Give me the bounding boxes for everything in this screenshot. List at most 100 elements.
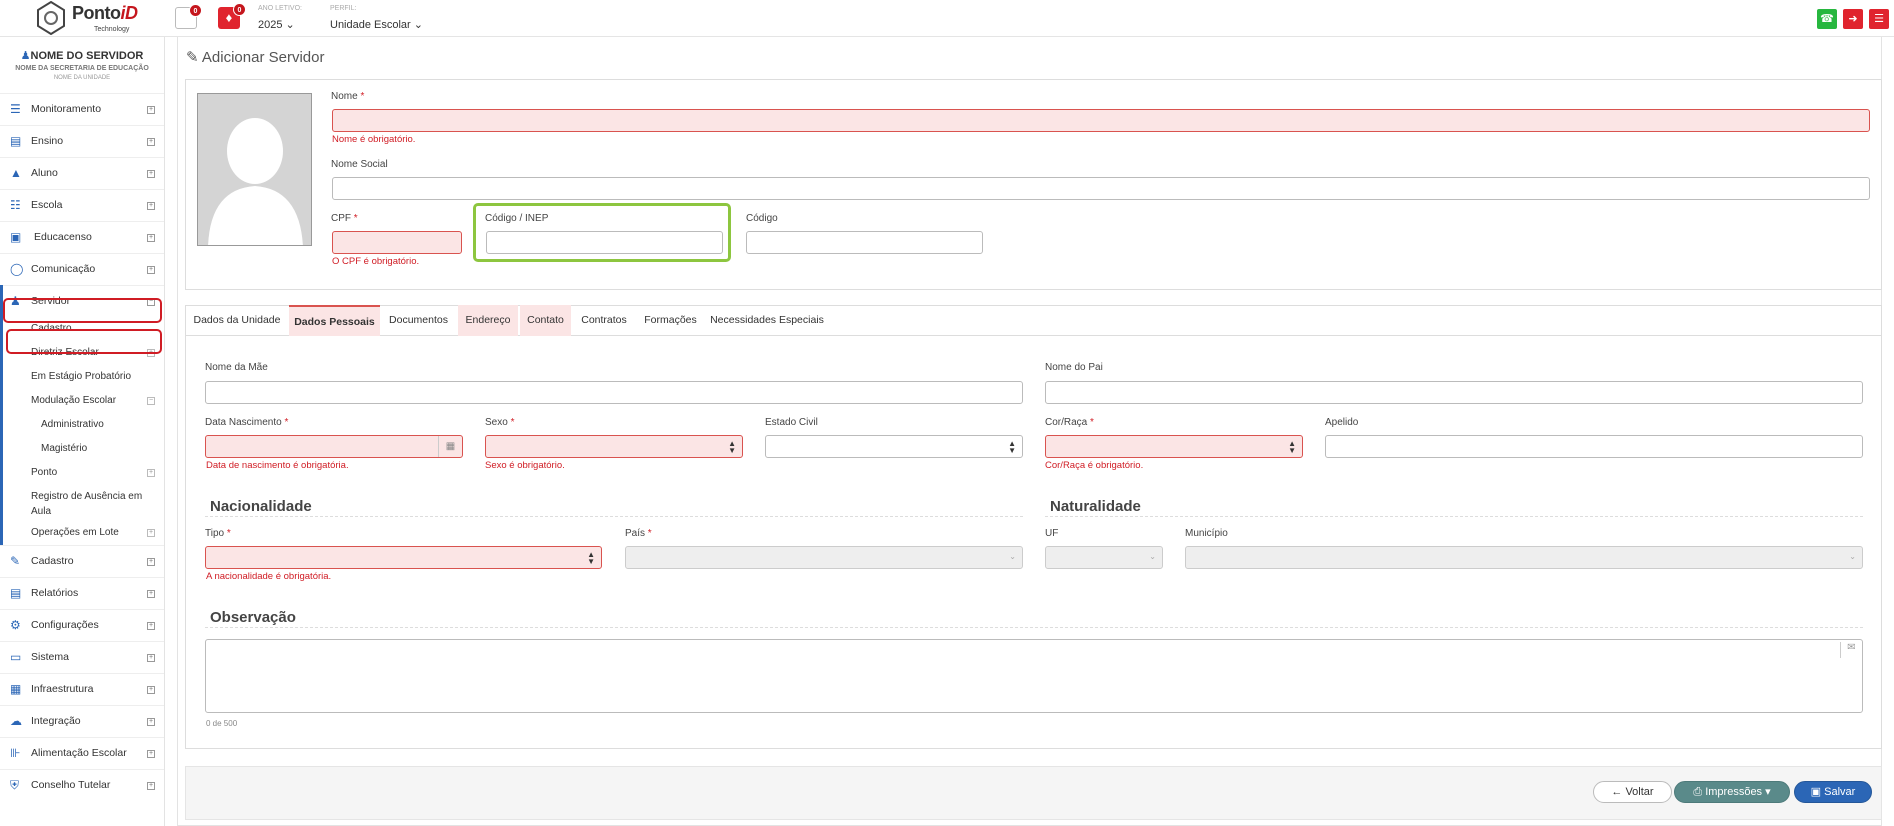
tab-contratos[interactable]: Contratos [573,305,635,336]
nome-mae-input[interactable] [205,381,1023,404]
codigo-label: Código [746,213,778,224]
tab-documentos[interactable]: Documentos [381,305,456,336]
pontoid-logo[interactable]: PontoiD Technology [30,1,138,35]
sidebar-item-label: Relatórios [31,587,79,599]
sidebar-item-label: Configurações [31,619,99,631]
year-select[interactable]: 2025 ⌄ [258,18,295,31]
sexo-select[interactable]: ▲ ▼ [485,435,743,458]
photo-placeholder[interactable] [197,93,312,246]
expand-icon: + [147,654,155,662]
codigo-input[interactable] [746,231,983,254]
apelido-input[interactable] [1325,435,1863,458]
nome-input[interactable] [332,109,1870,132]
chevron-down-icon: ⌄ [285,19,295,31]
cpf-input[interactable] [332,231,462,254]
sidebar-subitem-estagio-probatorio[interactable]: Em Estágio Probatório [3,365,164,389]
sidebar-item-relatorios[interactable]: ▤ Relatórios + [0,577,164,609]
calendar-icon[interactable]: ▦ [438,436,462,457]
estado-civil-select[interactable]: ▲ ▼ [765,435,1023,458]
sidebar-item-educacenso[interactable]: ▣ Educacenso + [0,221,164,253]
tab-necessidades-especiais[interactable]: Necessidades Especiais [706,305,828,336]
pais-label: País * [625,528,652,539]
edit-icon: ✎ [10,554,21,568]
sidebar-subitem-magisterio[interactable]: Magistério [3,437,164,461]
sidebar-item-label: Conselho Tutelar [31,779,111,791]
sidebar-subitem-label: Ponto [31,467,58,478]
gear-icon: ⚙ [10,618,21,632]
sidebar-item-escola[interactable]: ☷ Escola + [0,189,164,221]
expand-icon: + [147,170,155,178]
voltar-button[interactable]: ← Voltar [1593,781,1672,803]
tipo-select[interactable]: ▲ ▼ [205,546,602,569]
select-arrows-icon: ▲ ▼ [1288,439,1296,455]
select-arrows-icon: ▲ ▼ [587,550,595,566]
municipio-label: Município [1185,528,1228,539]
book-icon: ▤ [10,134,22,148]
nome-social-input[interactable] [332,177,1870,200]
sidebar-item-cadastro[interactable]: ✎ Cadastro + [0,545,164,577]
observacao-textarea[interactable]: ✉ [205,639,1863,713]
secretaria-name: NOME DA SECRETARIA DE EDUCAÇÃO [15,65,149,72]
tab-endereco[interactable]: Endereço [458,305,518,336]
sidebar-subitem-ponto[interactable]: Ponto + [3,461,164,485]
data-nascimento-input[interactable]: ▦ [205,435,463,458]
sliders-icon: ☰ [10,102,21,116]
nome-error: Nome é obrigatório. [332,134,416,145]
sidebar-item-aluno[interactable]: ▲ Aluno + [0,157,164,189]
menu-button[interactable]: ☰ [1869,9,1889,29]
print-icon: ⎙ [1693,786,1703,798]
sidebar-subitem-registro-ausencia-line2[interactable]: Aula [3,505,164,521]
report-icon: ▤ [10,586,22,600]
sidebar-subitem-administrativo[interactable]: Administrativo [3,413,164,437]
nome-pai-label: Nome do Pai [1045,362,1103,373]
highlight-servidor [3,298,162,323]
sidebar-subitem-operacoes-lote[interactable]: Operações em Lote + [3,521,164,545]
logout-button[interactable]: ➜ [1843,9,1863,29]
tab-formacoes[interactable]: Formações [637,305,704,336]
sidebar-item-infraestrutura[interactable]: ▦ Infraestrutura + [0,673,164,705]
nome-mae-label: Nome da Mãe [205,362,268,373]
sidebar-item-comunicacao[interactable]: ◯ Comunicação + [0,253,164,285]
sexo-label: Sexo * [485,417,515,428]
tab-contato[interactable]: Contato [520,305,571,336]
sidebar-item-sistema[interactable]: ▭ Sistema + [0,641,164,673]
sidebar-item-integracao[interactable]: ☁ Integração + [0,705,164,737]
nacionalidade-divider [205,516,1023,517]
sidebar-subitem-modulacao-escolar[interactable]: Modulação Escolar − [3,389,164,413]
codigo-inep-input[interactable] [486,231,723,254]
tab-dados-unidade[interactable]: Dados da Unidade [186,305,288,336]
user-icon: ♟ [20,50,31,62]
naturalidade-title: Naturalidade [1046,498,1145,515]
inbox-button[interactable]: 0 [175,4,202,29]
sidebar-subitem-registro-ausencia[interactable]: Registro de Ausência em [3,489,164,505]
impressoes-button[interactable]: ⎙ Impressões ▾ [1674,781,1790,803]
sidebar-item-label: Monitoramento [31,103,102,115]
sidebar-item-monitoramento[interactable]: ☰ Monitoramento + [0,93,164,125]
pais-select[interactable]: ⌄ [625,546,1023,569]
whatsapp-button[interactable]: ☎ [1817,9,1837,29]
naturalidade-divider [1045,516,1863,517]
profile-value: Unidade Escolar [330,19,411,31]
expand-icon: + [147,686,155,694]
expand-icon: + [147,266,155,274]
sidebar-item-alimentacao-escolar[interactable]: ⊪ Alimentação Escolar + [0,737,164,769]
save-icon: ▣ [1810,786,1822,798]
profile-select[interactable]: Unidade Escolar ⌄ [330,18,423,31]
edit-icon: ✎ [186,49,199,66]
nome-pai-input[interactable] [1045,381,1863,404]
uf-select[interactable]: ⌄ [1045,546,1163,569]
sidebar-item-label: Sistema [31,651,69,663]
municipio-select[interactable]: ⌄ [1185,546,1863,569]
sidebar-item-conselho-tutelar[interactable]: ⛨ Conselho Tutelar + [0,769,164,801]
salvar-button[interactable]: ▣ Salvar [1794,781,1872,803]
sidebar-item-configuracoes[interactable]: ⚙ Configurações + [0,609,164,641]
alerts-button[interactable]: ♦ 0 [218,3,246,29]
expand-icon: + [147,469,155,477]
shield-icon: ⛨ [10,778,20,792]
sidebar-item-ensino[interactable]: ▤ Ensino + [0,125,164,157]
graduation-cap-icon: ▲ [10,166,22,180]
chevron-down-icon: ⌄ [1849,552,1856,561]
data-nascimento-error: Data de nascimento é obrigatória. [206,460,349,471]
tab-dados-pessoais[interactable]: Dados Pessoais [289,305,380,336]
cor-raca-select[interactable]: ▲ ▼ [1045,435,1303,458]
